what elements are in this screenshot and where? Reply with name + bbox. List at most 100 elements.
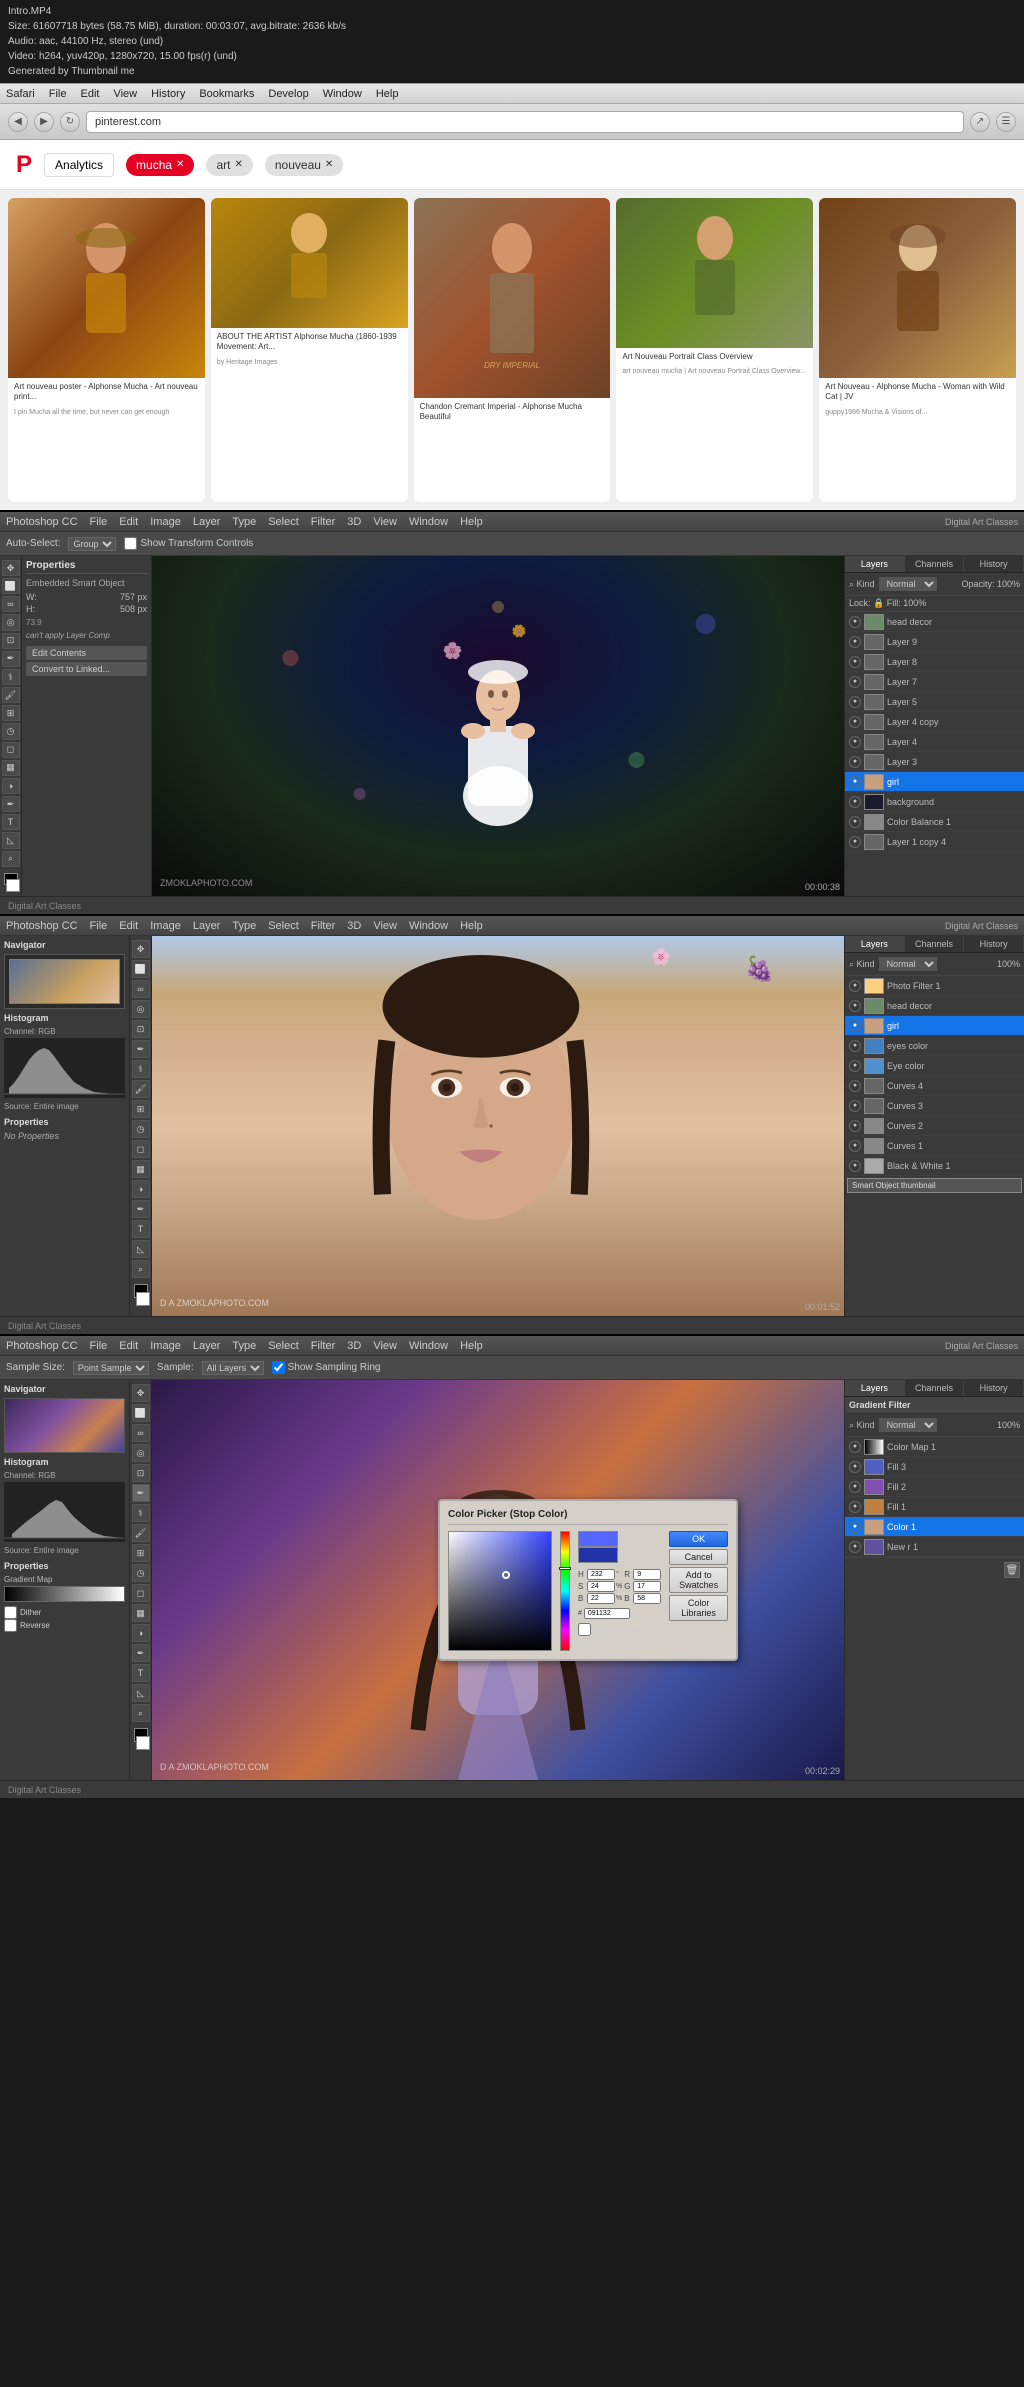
blend-mode-select[interactable]: Normal — [879, 577, 937, 591]
ps3-layer-color1[interactable]: ● Color 1 — [845, 1517, 1024, 1537]
ps2-layer-curves1[interactable]: ● Curves 1 — [845, 1136, 1024, 1156]
ps3-menu-layer[interactable]: Layer — [193, 1340, 221, 1352]
ps3-menu-help[interactable]: Help — [460, 1340, 483, 1352]
ps1-menu-window[interactable]: Window — [409, 516, 448, 528]
tag-nouveau-close[interactable]: ✕ — [325, 159, 333, 170]
field-R[interactable] — [633, 1569, 661, 1580]
ps2-blend-mode[interactable]: Normal — [879, 957, 937, 971]
tool2-selection[interactable]: ⬜ — [132, 960, 150, 978]
tab-channels[interactable]: Channels — [905, 556, 965, 572]
menu-window[interactable]: Window — [323, 88, 362, 100]
color-libraries-button[interactable]: Color Libraries — [669, 1595, 728, 1621]
tool2-pen[interactable]: ✒ — [132, 1200, 150, 1218]
layer-9[interactable]: ● Layer 9 — [845, 632, 1024, 652]
ps2-menu-edit[interactable]: Edit — [119, 920, 138, 932]
ps3-tab-history[interactable]: History — [964, 1380, 1024, 1396]
tool2-eyedropper[interactable]: ✒ — [132, 1040, 150, 1058]
ps3-menu-view[interactable]: View — [373, 1340, 397, 1352]
ok-button[interactable]: OK — [669, 1531, 728, 1547]
tool-blur[interactable]: ◑ — [2, 778, 20, 794]
ps3-blend-mode[interactable]: Normal — [879, 1418, 937, 1432]
tool3-crop[interactable]: ⊡ — [132, 1464, 150, 1482]
convert-linked-btn[interactable]: Convert to Linked... — [26, 662, 147, 676]
delete-layer-btn[interactable]: 🗑 — [1004, 1562, 1020, 1578]
ps1-menu-view[interactable]: View — [373, 516, 397, 528]
tool3-history[interactable]: ◷ — [132, 1564, 150, 1582]
ps3-menu-select[interactable]: Select — [268, 1340, 299, 1352]
field-S[interactable] — [587, 1581, 615, 1592]
ps2-menu-image[interactable]: Image — [150, 920, 181, 932]
ps2-layer-girl[interactable]: ● girl — [845, 1016, 1024, 1036]
tool-crop[interactable]: ⊡ — [2, 633, 20, 649]
ps2-layer-curves3[interactable]: ● Curves 3 — [845, 1096, 1024, 1116]
menu-help[interactable]: Help — [376, 88, 399, 100]
hue-strip[interactable] — [560, 1531, 570, 1651]
tool-shape[interactable]: ◺ — [2, 832, 20, 848]
bg-color-2[interactable] — [136, 1292, 150, 1306]
menu-edit[interactable]: Edit — [80, 88, 99, 100]
tool3-pen[interactable]: ✒ — [132, 1644, 150, 1662]
ps1-menu-help[interactable]: Help — [460, 516, 483, 528]
ps2-layer-eye-color[interactable]: ● Eye color — [845, 1056, 1024, 1076]
pin-card-2[interactable]: ABOUT THE ARTIST Alphonse Mucha (1860-19… — [211, 198, 408, 502]
ps3-eye-4[interactable]: ● — [849, 1521, 861, 1533]
pin-card-1[interactable]: Art nouveau poster - Alphonse Mucha - Ar… — [8, 198, 205, 502]
ps2-eye-2[interactable]: ● — [849, 1020, 861, 1032]
ps1-menu-layer[interactable]: Layer — [193, 516, 221, 528]
ps2-tab-layers[interactable]: Layers — [845, 936, 905, 952]
tool-quickselect[interactable]: ◎ — [2, 614, 20, 630]
layer-head-decor[interactable]: ● head decor — [845, 612, 1024, 632]
ps1-menu-image[interactable]: Image — [150, 516, 181, 528]
ps2-eye-7[interactable]: ● — [849, 1120, 861, 1132]
ps3-eye-5[interactable]: ● — [849, 1541, 861, 1553]
ps3-eye-1[interactable]: ● — [849, 1461, 861, 1473]
back-button[interactable]: ◀ — [8, 112, 28, 132]
tool3-selection[interactable]: ⬜ — [132, 1404, 150, 1422]
tool3-eraser[interactable]: ◻ — [132, 1584, 150, 1602]
layer-eye-12[interactable]: ● — [849, 796, 861, 808]
ps3-eye-0[interactable]: ● — [849, 1441, 861, 1453]
tool3-shape[interactable]: ◺ — [132, 1684, 150, 1702]
add-swatches-button[interactable]: Add to Swatches — [669, 1567, 728, 1593]
ps2-eye-5[interactable]: ● — [849, 1080, 861, 1092]
tool3-gradient[interactable]: ▦ — [132, 1604, 150, 1622]
tool2-crop[interactable]: ⊡ — [132, 1020, 150, 1038]
background-color[interactable] — [6, 879, 20, 892]
layer-8a[interactable]: ● Layer 8 — [845, 652, 1024, 672]
ps1-transform-checkbox[interactable] — [124, 537, 137, 550]
layer-3[interactable]: ● Layer 3 — [845, 752, 1024, 772]
ps1-menu-file[interactable]: File — [90, 516, 108, 528]
ps2-layer-bw[interactable]: ● Black & White 1 — [845, 1156, 1024, 1176]
forward-button[interactable]: ▶ — [34, 112, 54, 132]
bg-color-3[interactable] — [136, 1736, 150, 1750]
ps3-menu-type[interactable]: Type — [232, 1340, 256, 1352]
layer-background[interactable]: ● background — [845, 792, 1024, 812]
analytics-button[interactable]: Analytics — [44, 153, 114, 177]
tool-selection[interactable]: ⬜ — [2, 578, 20, 594]
pin-card-3[interactable]: DRY IMPERIAL Chandon Cremant Imperial - … — [414, 198, 611, 502]
ps3-menu-app[interactable]: Photoshop CC — [6, 1340, 78, 1352]
ps3-layer-fill3[interactable]: ● Fill 3 — [845, 1457, 1024, 1477]
ps1-menu-3d[interactable]: 3D — [347, 516, 361, 528]
pin-card-4[interactable]: Art Nouveau Portrait Class Overview art … — [616, 198, 813, 502]
field-hex[interactable] — [584, 1608, 630, 1619]
tool-type[interactable]: T — [2, 814, 20, 830]
tool3-type[interactable]: T — [132, 1664, 150, 1682]
color-spectrum[interactable] — [448, 1531, 552, 1651]
url-bar[interactable]: pinterest.com — [86, 111, 964, 133]
layer-eye-15[interactable]: ● — [849, 836, 861, 848]
ps2-menu-select[interactable]: Select — [268, 920, 299, 932]
ps3-reverse-checkbox[interactable] — [4, 1619, 17, 1632]
tab-history[interactable]: History — [964, 556, 1024, 572]
layer-eye-3[interactable]: ● — [849, 676, 861, 688]
tool3-lasso[interactable]: ∞ — [132, 1424, 150, 1442]
ps3-layer-colormap[interactable]: ● Color Map 1 — [845, 1437, 1024, 1457]
ps3-menu-window[interactable]: Window — [409, 1340, 448, 1352]
pin-card-5[interactable]: Art Nouveau - Alphonse Mucha - Woman wit… — [819, 198, 1016, 502]
ps3-menu-edit[interactable]: Edit — [119, 1340, 138, 1352]
ps2-eye-3[interactable]: ● — [849, 1040, 861, 1052]
tool2-brush[interactable]: 🖌 — [132, 1080, 150, 1098]
ps3-sample-dropdown[interactable]: All Layers — [202, 1361, 264, 1375]
ps1-menu-type[interactable]: Type — [232, 516, 256, 528]
layer-5[interactable]: ● Layer 5 — [845, 692, 1024, 712]
